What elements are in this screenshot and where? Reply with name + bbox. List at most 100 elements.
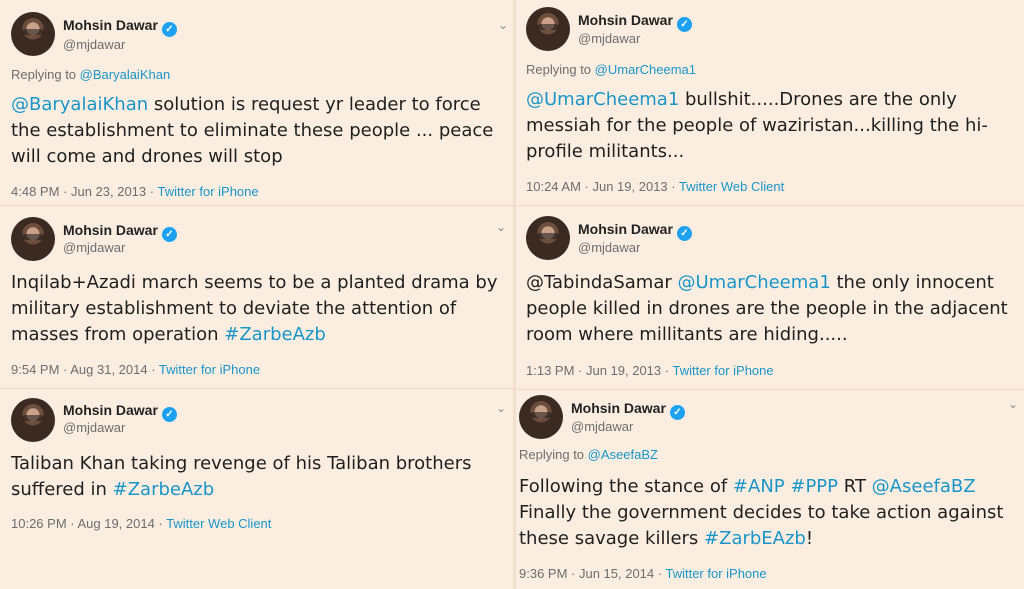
avatar[interactable] bbox=[11, 12, 55, 56]
author-handle[interactable]: @mjdawar bbox=[578, 31, 640, 46]
tweet-source-link[interactable]: Twitter for iPhone bbox=[157, 184, 258, 199]
tweet-text: Taliban Khan taking revenge of his Talib… bbox=[11, 451, 472, 503]
right-column: Mohsin Dawar ✓ @mjdawar Replying to @Umar… bbox=[516, 0, 1024, 589]
mention-link[interactable]: @UmarCheema1 bbox=[526, 89, 679, 110]
tweet-timestamp[interactable]: 10:26 PM · Aug 19, 2014 · bbox=[11, 516, 166, 531]
tweet-text-line: @BaryalaiKhan solution is request yr lea… bbox=[11, 92, 493, 118]
tweet-source-link[interactable]: Twitter for iPhone bbox=[159, 362, 260, 377]
mention-link[interactable]: @UmarCheema1 bbox=[677, 272, 830, 293]
tweet-card: Mohsin Dawar ✓ @mjdawar ⌄ Inqilab+Azadi m… bbox=[0, 206, 513, 389]
tweet-timestamp[interactable]: 9:36 PM · Jun 15, 2014 · bbox=[519, 566, 665, 581]
mention-link[interactable]: @BaryalaiKhan bbox=[11, 94, 148, 115]
replying-to: Replying to @AseefaBZ bbox=[519, 447, 658, 462]
tweet-text-segment: the only innocent bbox=[830, 272, 994, 293]
tweet-text-line: people killed in drones are the people i… bbox=[526, 296, 1008, 322]
tweet-text-line: Following the stance of #ANP #PPP RT @As… bbox=[519, 474, 1004, 500]
tweet-text-line: Inqilab+Azadi march seems to be a plante… bbox=[11, 270, 498, 296]
hashtag-link[interactable]: #ANP bbox=[733, 476, 785, 497]
left-column: Mohsin Dawar ✓ @mjdawar ⌄ Replying to @Ba… bbox=[0, 0, 513, 589]
tweet-text-segment: profile militants... bbox=[526, 141, 685, 162]
tweet-text-line: Finally the government decides to take a… bbox=[519, 500, 1004, 526]
tweet-timestamp[interactable]: 4:48 PM · Jun 23, 2013 · bbox=[11, 184, 157, 199]
author-name-text: Mohsin Dawar bbox=[63, 222, 158, 238]
tweet-text-line: Taliban Khan taking revenge of his Talib… bbox=[11, 451, 472, 477]
tweet-meta: 9:36 PM · Jun 15, 2014 · Twitter for iPh… bbox=[519, 566, 767, 581]
author-handle[interactable]: @mjdawar bbox=[63, 240, 125, 255]
replying-to: Replying to @BaryalaiKhan bbox=[11, 67, 170, 82]
verified-badge-icon: ✓ bbox=[161, 227, 177, 242]
author-name[interactable]: Mohsin Dawar ✓ bbox=[63, 17, 177, 37]
mention-link[interactable]: @AseefaBZ bbox=[872, 476, 976, 497]
tweet-text-line: @TabindaSamar @UmarCheema1 the only inno… bbox=[526, 270, 1008, 296]
tweet-text-segment: Inqilab+Azadi march seems to be a plante… bbox=[11, 272, 498, 293]
hashtag-link[interactable]: #ZarbeAzb bbox=[113, 479, 215, 500]
verified-badge-icon: ✓ bbox=[676, 226, 692, 241]
reply-to-link[interactable]: @AseefaBZ bbox=[588, 447, 658, 462]
author-name[interactable]: Mohsin Dawar ✓ bbox=[63, 402, 177, 422]
hashtag-link[interactable]: #ZarbeAzb bbox=[224, 324, 326, 345]
avatar[interactable] bbox=[519, 395, 563, 439]
tweet-text-line: profile militants... bbox=[526, 139, 988, 165]
tweet-text: @TabindaSamar @UmarCheema1 the only inno… bbox=[526, 270, 1008, 348]
author-name[interactable]: Mohsin Dawar ✓ bbox=[578, 12, 692, 32]
tweet-meta: 4:48 PM · Jun 23, 2013 · Twitter for iPh… bbox=[11, 184, 259, 199]
author-handle[interactable]: @mjdawar bbox=[63, 420, 125, 435]
avatar[interactable] bbox=[11, 398, 55, 442]
chevron-down-icon[interactable]: ⌄ bbox=[496, 401, 506, 415]
tweet-text: @BaryalaiKhan solution is request yr lea… bbox=[11, 92, 493, 170]
tweet-text-segment: people killed in drones are the people i… bbox=[526, 298, 1008, 319]
tweet-source-link[interactable]: Twitter Web Client bbox=[166, 516, 271, 531]
tweet-meta: 10:24 AM · Jun 19, 2013 · Twitter Web Cl… bbox=[526, 179, 784, 194]
tweet-card: Mohsin Dawar ✓ @mjdawar ⌄ Replying to @Ba… bbox=[0, 0, 513, 206]
avatar[interactable] bbox=[526, 216, 570, 260]
author-name-text: Mohsin Dawar bbox=[571, 400, 666, 416]
tweet-source-link[interactable]: Twitter for iPhone bbox=[672, 363, 773, 378]
tweet-timestamp[interactable]: 10:24 AM · Jun 19, 2013 · bbox=[526, 179, 679, 194]
tweet-text-segment: messiah for the people of waziristan...k… bbox=[526, 115, 988, 136]
tweet-text-segment: Following the stance of bbox=[519, 476, 733, 497]
tweet-text-segment: will come and drones will stop bbox=[11, 146, 283, 167]
tweet-timestamp[interactable]: 1:13 PM · Jun 19, 2013 · bbox=[526, 363, 672, 378]
hashtag-link[interactable]: #PPP bbox=[790, 476, 838, 497]
tweet-text-segment: masses from operation bbox=[11, 324, 225, 345]
tweet-text-segment: ! bbox=[805, 528, 814, 549]
reply-to-link[interactable]: @BaryalaiKhan bbox=[80, 67, 171, 82]
tweet-text-segment: solution is request yr leader to force bbox=[148, 94, 481, 115]
tweet-timestamp[interactable]: 9:54 PM · Aug 31, 2014 · bbox=[11, 362, 159, 377]
chevron-down-icon[interactable]: ⌄ bbox=[498, 18, 508, 32]
author-name[interactable]: Mohsin Dawar ✓ bbox=[578, 221, 692, 241]
author-handle[interactable]: @mjdawar bbox=[578, 240, 640, 255]
tweet-text: @UmarCheema1 bullshit.....Drones are the… bbox=[526, 87, 988, 165]
author-handle[interactable]: @mjdawar bbox=[571, 419, 633, 434]
replying-to-label: Replying to bbox=[526, 62, 595, 77]
avatar[interactable] bbox=[11, 217, 55, 261]
tweet-card: Mohsin Dawar ✓ @mjdawar ⌄ Taliban Khan ta… bbox=[0, 389, 513, 589]
tweet-text-segment: military establishment to deviate the at… bbox=[11, 298, 457, 319]
verified-badge-icon: ✓ bbox=[161, 407, 177, 422]
chevron-down-icon[interactable]: ⌄ bbox=[1008, 397, 1018, 411]
replying-to-label: Replying to bbox=[519, 447, 588, 462]
author-name-text: Mohsin Dawar bbox=[578, 12, 673, 28]
tweet-text-line: suffered in #ZarbeAzb bbox=[11, 477, 472, 503]
author-name[interactable]: Mohsin Dawar ✓ bbox=[63, 222, 177, 242]
tweet-text-segment: Taliban Khan taking revenge of his Talib… bbox=[11, 453, 472, 474]
avatar[interactable] bbox=[526, 7, 570, 51]
tweet-text-line: masses from operation #ZarbeAzb bbox=[11, 322, 498, 348]
hashtag-link[interactable]: #ZarbEAzb bbox=[704, 528, 806, 549]
replying-to-label: Replying to bbox=[11, 67, 80, 82]
tweet-text-segment: bullshit.....Drones are the only bbox=[679, 89, 957, 110]
tweet-card: Mohsin Dawar ✓ @mjdawar @TabindaSamar @Um… bbox=[516, 206, 1024, 390]
tweet-text-line: @UmarCheema1 bullshit.....Drones are the… bbox=[526, 87, 988, 113]
tweet-text-segment: room where millitants are hiding..... bbox=[526, 324, 848, 345]
author-name[interactable]: Mohsin Dawar ✓ bbox=[571, 400, 685, 420]
tweet-text: Inqilab+Azadi march seems to be a plante… bbox=[11, 270, 498, 348]
tweet-text-line: these savage killers #ZarbEAzb! bbox=[519, 526, 1004, 552]
author-handle[interactable]: @mjdawar bbox=[63, 37, 125, 52]
chevron-down-icon[interactable]: ⌄ bbox=[496, 220, 506, 234]
tweet-text-line: military establishment to deviate the at… bbox=[11, 296, 498, 322]
tweet-text-line: room where millitants are hiding..... bbox=[526, 322, 1008, 348]
tweet-source-link[interactable]: Twitter for iPhone bbox=[665, 566, 766, 581]
reply-to-link[interactable]: @UmarCheema1 bbox=[595, 62, 696, 77]
tweet-source-link[interactable]: Twitter Web Client bbox=[679, 179, 784, 194]
verified-badge-icon: ✓ bbox=[161, 22, 177, 37]
